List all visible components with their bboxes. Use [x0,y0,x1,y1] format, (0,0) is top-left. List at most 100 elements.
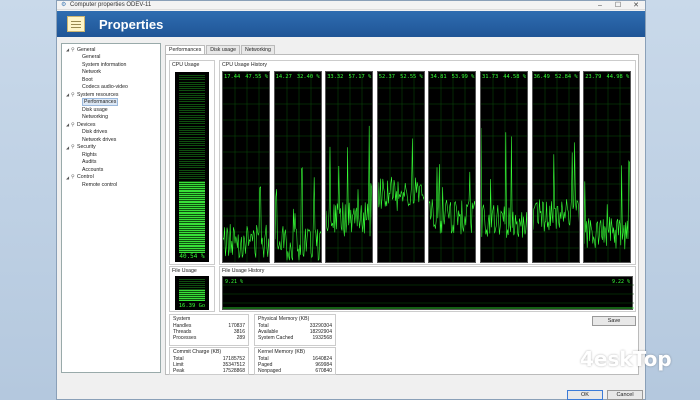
navigation-tree[interactable]: ◢ ⚲ General General System information Networ… [61,43,161,373]
meter-segment [179,293,205,294]
stat-key: Peak [173,368,185,374]
cpu-core-graph: 33.32 57.17 % [325,71,374,263]
meter-segment [179,222,205,224]
tab-disk-usage[interactable]: Disk usage [206,45,240,54]
tree-item[interactable]: Codecs audio-video [62,84,160,92]
meter-segment [179,226,205,228]
meter-segment [179,103,205,105]
file-history-group: File Usage History 9.21 % 9.22 % [219,266,636,312]
file-history-left-value: 9.21 % [225,279,244,285]
minimize-button[interactable]: – [591,2,609,9]
tree-item[interactable]: Disk drives [62,129,160,137]
cpu-core-value: 52.37 [378,74,396,80]
stat-value: 1932568 [312,335,332,341]
meter-segment [179,132,205,134]
cpu-core-graph: 34.81 53.99 % [428,71,477,263]
meter-segment [179,79,205,81]
meter-segment [179,191,205,193]
tree-item[interactable]: Network [62,69,160,77]
meter-segment [179,196,205,197]
meter-segment [179,156,205,158]
meter-segment [179,224,205,226]
meter-segment [179,167,205,169]
file-usage-group: File Usage 16.39 Go [169,266,215,312]
tree-item[interactable]: Audits [62,159,160,167]
tree-item[interactable]: System information [62,61,160,69]
tree-item[interactable]: ◢ ⚲ Control [62,174,160,182]
meter-segment [179,189,205,191]
meter-segment [179,99,205,101]
tree-item[interactable]: ◢ ⚲ General [62,46,160,54]
ok-button[interactable]: OK [567,390,603,400]
tree-item-label: System resources [77,91,119,98]
meter-segment [179,121,205,123]
save-button[interactable]: Save [592,316,636,326]
stat-value: 289 [236,335,245,341]
stat-title: System [173,316,191,322]
meter-segment [179,193,205,195]
cancel-button[interactable]: Cancel [607,390,643,400]
meter-segment [179,123,205,125]
meter-segment [179,160,205,162]
tree-item-label: General [82,54,101,61]
tree-item[interactable]: ◢ ⚲ Security [62,144,160,152]
tree-item[interactable]: General [62,54,160,62]
stat-value: 670840 [315,368,332,374]
tree-item[interactable]: Boot [62,76,160,84]
cpu-core-value: 33.32 [327,74,344,80]
tree-item[interactable]: Rights [62,151,160,159]
meter-segment [179,75,205,76]
meter-segment [179,246,205,248]
tree-item[interactable]: Performances [62,98,160,107]
meter-segment [179,220,205,222]
tab-networking[interactable]: Networking [240,45,275,54]
file-usage-label: File Usage [172,268,197,274]
tree-item[interactable]: Remote control [62,181,160,189]
meter-segment [179,185,205,186]
cpu-core-values: 14.27 32.40 % [276,74,320,80]
tree-item[interactable]: Disk usage [62,106,160,114]
stat-title: Kernel Memory (KB) [258,349,305,355]
tree-item[interactable]: Network drives [62,136,160,144]
file-usage-value: 16.39 Go [178,303,206,309]
tree-item-label: Accounts [82,166,104,173]
meter-segment [179,237,205,239]
meter-segment [179,163,205,164]
tree-item[interactable]: ◢ ⚲ Devices [62,121,160,129]
meter-segment [179,231,205,233]
tree-item-label: Disk drives [82,129,108,136]
maximize-button[interactable]: ☐ [609,1,627,9]
meter-segment [179,213,205,215]
header-banner: Properties [57,11,645,37]
tree-item[interactable]: Networking [62,114,160,122]
tree-item-label: Security [77,144,96,151]
cpu-core-percent: 52.55 % [400,74,423,80]
meter-segment [179,136,205,138]
meter-segment [179,108,205,109]
tree-item[interactable]: Accounts [62,166,160,174]
close-button[interactable]: ✕ [627,1,645,9]
meter-segment [179,198,205,200]
title-bar: ⚙ Computer properties ODEV-11 – ☐ ✕ [57,1,645,10]
meter-segment [179,235,205,237]
cpu-core-percent: 44.98 % [606,74,630,80]
tree-item-label: Control [77,174,94,181]
watermark-logo-icon [556,348,578,370]
cpu-core-values: 23.79 44.98 % [585,74,629,80]
tree-item-label: System information [82,61,127,68]
cpu-core-values: 31.73 44.58 % [482,74,526,80]
cpu-core-graph: 17.44 47.55 % [222,71,270,263]
cpu-core-graph: 14.27 32.40 % [273,71,322,263]
cpu-core-percent: 32.40 % [296,74,320,80]
stat-key: Nonpaged [258,368,282,374]
stat-row: Peak 17528868 [173,368,245,374]
cpu-core-percent: 53.99 % [451,74,475,80]
tab-performances[interactable]: Performances [165,45,206,54]
cpu-core-trace [429,72,476,262]
meter-segment [179,291,205,292]
file-history-grid [223,284,634,309]
tree-item-label: Disk usage [82,106,108,113]
stat-title: Commit Charge (KB) [173,349,222,355]
tree-item-label: Network drives [82,136,117,143]
meter-segment [179,218,205,219]
